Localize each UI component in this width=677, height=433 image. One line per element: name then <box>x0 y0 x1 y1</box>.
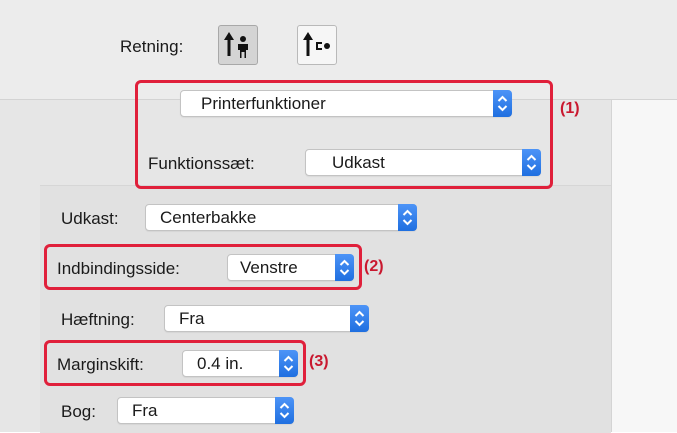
booklet-value: Fra <box>132 401 158 420</box>
callout-label-2: (2) <box>364 258 384 275</box>
callout-label-3: (3) <box>309 353 329 370</box>
orientation-label: Retning: <box>120 37 184 56</box>
output-popup[interactable]: Centerbakke <box>145 204 417 231</box>
output-value: Centerbakke <box>160 208 257 227</box>
staple-value: Fra <box>179 309 205 328</box>
staple-label: Hæftning: <box>61 310 135 329</box>
chevron-updown-icon <box>398 204 417 231</box>
callout-box-1 <box>135 80 553 189</box>
callout-label-1: (1) <box>560 100 580 117</box>
landscape-orientation-button[interactable] <box>297 25 337 65</box>
output-label: Udkast: <box>61 209 119 228</box>
portrait-orientation-icon <box>224 32 248 58</box>
landscape-orientation-icon <box>303 32 330 56</box>
callout-box-2 <box>44 244 362 290</box>
booklet-label: Bog: <box>61 402 96 421</box>
callout-box-3 <box>44 340 306 386</box>
right-strip <box>611 100 677 432</box>
portrait-orientation-button[interactable] <box>218 25 258 65</box>
booklet-popup[interactable]: Fra <box>117 397 294 424</box>
chevron-updown-icon <box>275 397 294 424</box>
staple-popup[interactable]: Fra <box>164 305 369 332</box>
chevron-updown-icon <box>350 305 369 332</box>
